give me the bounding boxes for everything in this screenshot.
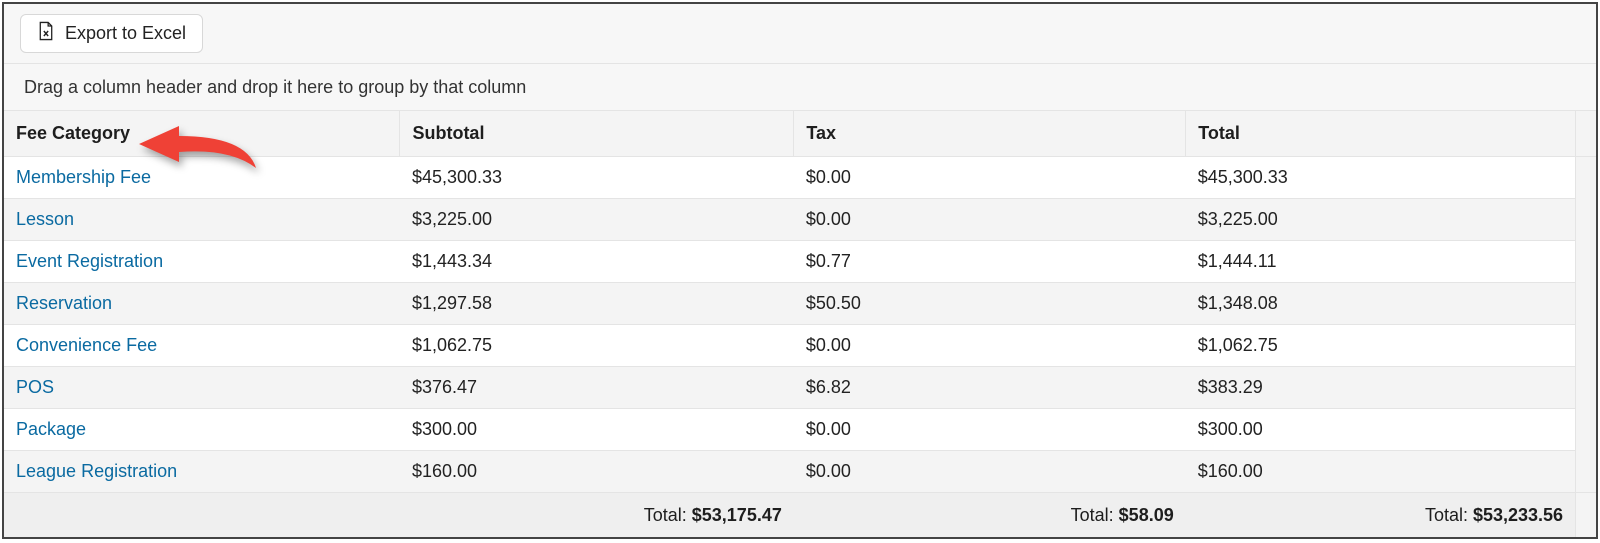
column-header-total[interactable]: Total xyxy=(1186,111,1576,157)
cell-fee-category: League Registration xyxy=(4,451,400,493)
table-row: Lesson $3,225.00$0.00$3,225.00 xyxy=(4,199,1596,241)
column-header-subtotal[interactable]: Subtotal xyxy=(400,111,794,157)
footer-row: Total: $53,175.47 Total: $58.09 Total: $… xyxy=(4,493,1596,539)
cell-fee-category: Membership Fee xyxy=(4,157,400,199)
cell-subtotal: $1,443.34 xyxy=(400,241,794,283)
fee-category-link[interactable]: Convenience Fee xyxy=(16,335,157,355)
cell-total: $160.00 xyxy=(1186,451,1576,493)
group-by-drop-zone[interactable]: Drag a column header and drop it here to… xyxy=(4,64,1596,111)
cell-subtotal: $1,297.58 xyxy=(400,283,794,325)
cell-tax: $0.00 xyxy=(794,409,1186,451)
footer-tax: Total: $58.09 xyxy=(794,493,1186,539)
table-row: Reservation $1,297.58$50.50$1,348.08 xyxy=(4,283,1596,325)
fee-category-link[interactable]: Membership Fee xyxy=(16,167,151,187)
cell-subtotal: $45,300.33 xyxy=(400,157,794,199)
file-excel-icon xyxy=(37,21,55,46)
cell-total: $1,062.75 xyxy=(1186,325,1576,367)
scrollbar-header-spacer xyxy=(1576,111,1596,157)
export-to-excel-button[interactable]: Export to Excel xyxy=(20,14,203,53)
cell-subtotal: $3,225.00 xyxy=(400,199,794,241)
cell-fee-category: Reservation xyxy=(4,283,400,325)
table-row: Membership Fee $45,300.33$0.00$45,300.33 xyxy=(4,157,1596,199)
cell-fee-category: Convenience Fee xyxy=(4,325,400,367)
cell-total: $300.00 xyxy=(1186,409,1576,451)
cell-total: $1,348.08 xyxy=(1186,283,1576,325)
table-row: POS $376.47$6.82$383.29 xyxy=(4,367,1596,409)
cell-tax: $50.50 xyxy=(794,283,1186,325)
footer-total: Total: $53,233.56 xyxy=(1186,493,1576,539)
cell-tax: $0.00 xyxy=(794,157,1186,199)
cell-subtotal: $1,062.75 xyxy=(400,325,794,367)
cell-total: $45,300.33 xyxy=(1186,157,1576,199)
table-row: Event Registration $1,443.34$0.77$1,444.1… xyxy=(4,241,1596,283)
scrollbar-footer-spacer xyxy=(1576,493,1596,539)
fee-summary-grid: Fee Category Subtotal Tax Total Membersh… xyxy=(4,111,1596,538)
fee-category-link[interactable]: Event Registration xyxy=(16,251,163,271)
cell-total: $3,225.00 xyxy=(1186,199,1576,241)
cell-subtotal: $160.00 xyxy=(400,451,794,493)
fee-category-link[interactable]: POS xyxy=(16,377,54,397)
vertical-scrollbar[interactable] xyxy=(1576,157,1596,493)
toolbar: Export to Excel xyxy=(4,4,1596,64)
fee-category-link[interactable]: Lesson xyxy=(16,209,74,229)
table-row: League Registration $160.00$0.00$160.00 xyxy=(4,451,1596,493)
footer-subtotal: Total: $53,175.47 xyxy=(400,493,794,539)
cell-total: $383.29 xyxy=(1186,367,1576,409)
cell-fee-category: Package xyxy=(4,409,400,451)
header-row: Fee Category Subtotal Tax Total xyxy=(4,111,1596,157)
column-header-fee-category[interactable]: Fee Category xyxy=(4,111,400,157)
fee-category-link[interactable]: Reservation xyxy=(16,293,112,313)
cell-total: $1,444.11 xyxy=(1186,241,1576,283)
grid-panel: Export to Excel Drag a column header and… xyxy=(2,2,1598,539)
cell-fee-category: Lesson xyxy=(4,199,400,241)
table-row: Convenience Fee $1,062.75$0.00$1,062.75 xyxy=(4,325,1596,367)
export-label: Export to Excel xyxy=(65,23,186,44)
table-row: Package $300.00$0.00$300.00 xyxy=(4,409,1596,451)
cell-fee-category: Event Registration xyxy=(4,241,400,283)
fee-category-link[interactable]: League Registration xyxy=(16,461,177,481)
cell-subtotal: $376.47 xyxy=(400,367,794,409)
cell-subtotal: $300.00 xyxy=(400,409,794,451)
column-header-tax[interactable]: Tax xyxy=(794,111,1186,157)
cell-tax: $0.00 xyxy=(794,325,1186,367)
cell-tax: $0.00 xyxy=(794,199,1186,241)
cell-tax: $0.77 xyxy=(794,241,1186,283)
cell-fee-category: POS xyxy=(4,367,400,409)
cell-tax: $6.82 xyxy=(794,367,1186,409)
fee-category-link[interactable]: Package xyxy=(16,419,86,439)
cell-tax: $0.00 xyxy=(794,451,1186,493)
footer-empty xyxy=(4,493,400,539)
